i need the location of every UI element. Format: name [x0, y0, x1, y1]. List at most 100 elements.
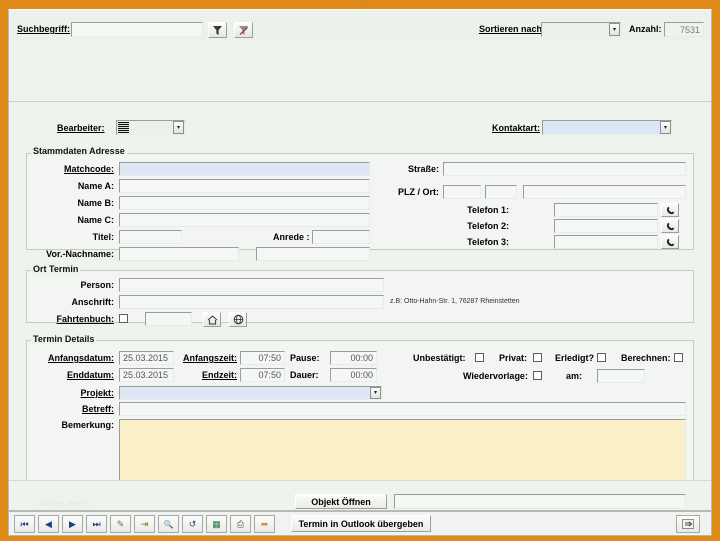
delete-record-icon: ⇥	[140, 518, 149, 529]
endzeit-input[interactable]: 07:50	[240, 368, 285, 382]
name-c-input[interactable]	[119, 213, 370, 227]
name-a-input[interactable]	[119, 179, 370, 193]
projekt-select[interactable]: ▾	[119, 386, 382, 400]
anrede-input[interactable]	[312, 230, 370, 244]
anrede-label: Anrede :	[273, 232, 310, 242]
bemerkung-label: Bemerkung:	[61, 420, 114, 430]
titel-label: Titel:	[92, 232, 114, 242]
nav-new-record-button[interactable]: ✎	[110, 515, 131, 533]
erledigt-checkbox[interactable]	[597, 353, 606, 362]
telefon3-dial-button[interactable]	[661, 235, 679, 249]
record-navigation-bar: ⏮ ◀ ▶ ⏭ ✎ ⇥ 🔍 ↺ ▦ ⎙ ➦ Termin in Outlook …	[8, 511, 712, 536]
nav-export-button[interactable]: ➦	[254, 515, 275, 533]
sort-label: Sortieren nach:	[479, 24, 546, 34]
telefon1-input[interactable]	[554, 203, 658, 217]
plz2-input[interactable]	[485, 185, 517, 199]
first-record-icon: ⏮	[20, 518, 29, 529]
fahrtenbuch-checkbox[interactable]	[119, 314, 128, 323]
close-window-button[interactable]	[676, 515, 700, 533]
anfangszeit-input[interactable]: 07:50	[240, 351, 285, 365]
anfangsdatum-label: Anfangsdatum:	[48, 353, 114, 363]
search-input[interactable]	[71, 22, 203, 37]
nav-print-button[interactable]: ⎙	[230, 515, 251, 533]
outlook-transfer-button[interactable]: Termin in Outlook übergeben	[291, 515, 431, 532]
telefon2-label: Telefon 2:	[467, 221, 509, 231]
objekt-oeffnen-button[interactable]: Objekt Öffnen	[295, 494, 387, 509]
client-area: Suchbegriff: Sortieren nach: ▾ Anzahl: 7…	[8, 9, 712, 511]
window-title: Terminplaner	[345, 1, 375, 7]
ort-input[interactable]	[523, 185, 686, 199]
binoculars-icon: 🔍	[163, 519, 174, 529]
person-label: Person:	[80, 280, 114, 290]
privat-checkbox[interactable]	[533, 353, 542, 362]
telefon2-dial-button[interactable]	[661, 219, 679, 233]
export-icon: ➦	[260, 518, 269, 529]
nav-find-button[interactable]: 🔍	[158, 515, 179, 533]
anschrift-hint: z.B: Otto-Hahn-Str. 1, 76287 Rheinstette…	[390, 298, 520, 305]
unbestaetigt-label: Unbestätigt:	[413, 353, 466, 363]
dauer-input[interactable]: 00:00	[330, 368, 377, 382]
bearbeiter-select[interactable]: ▾	[116, 120, 185, 135]
nav-prev-button[interactable]: ◀	[38, 515, 59, 533]
matchcode-input[interactable]	[119, 162, 370, 176]
name-b-label: Name B:	[77, 198, 114, 208]
clear-filter-button[interactable]	[234, 22, 253, 38]
anfangsdatum-input[interactable]: 25.03.2015	[119, 351, 174, 365]
nachname-input[interactable]	[256, 247, 370, 261]
telefon1-dial-button[interactable]	[661, 203, 679, 217]
funnel-icon	[212, 25, 223, 36]
filter-button[interactable]	[208, 22, 227, 38]
betreff-input[interactable]	[119, 402, 686, 416]
home-address-button[interactable]	[203, 312, 221, 327]
person-input[interactable]	[119, 278, 384, 292]
vorname-input[interactable]	[119, 247, 239, 261]
kontaktart-select[interactable]: ▾	[542, 120, 672, 135]
nav-next-button[interactable]: ▶	[62, 515, 83, 533]
unbestaetigt-checkbox[interactable]	[475, 353, 484, 362]
print-icon: ⎙	[236, 518, 245, 529]
anschrift-input[interactable]	[119, 295, 384, 309]
phone-handset-icon	[666, 206, 675, 215]
telefon1-label: Telefon 1:	[467, 205, 509, 215]
berechnen-checkbox[interactable]	[674, 353, 683, 362]
bemerkung-textarea[interactable]	[119, 419, 686, 484]
nav-first-button[interactable]: ⏮	[14, 515, 35, 533]
projekt-label: Projekt:	[80, 388, 114, 398]
excel-icon: ▦	[212, 518, 221, 529]
fahrtenbuch-input[interactable]	[145, 312, 192, 326]
count-value: 7531	[664, 22, 704, 37]
matchcode-label: Matchcode:	[63, 164, 114, 174]
anschrift-label: Anschrift:	[71, 297, 115, 307]
objekt-oeffnen-path[interactable]	[394, 494, 686, 509]
close-window-icon	[682, 519, 694, 529]
plz-input[interactable]	[443, 185, 481, 199]
undo-icon: ↺	[188, 518, 197, 529]
nav-last-button[interactable]: ⏭	[86, 515, 107, 533]
name-b-input[interactable]	[119, 196, 370, 210]
wiedervorlage-checkbox[interactable]	[533, 371, 542, 380]
chevron-down-icon: ▾	[660, 121, 671, 134]
chevron-down-icon: ▾	[370, 387, 381, 399]
anfangszeit-label: Anfangszeit:	[183, 353, 237, 363]
am-input[interactable]	[597, 369, 645, 383]
plz-ort-label: PLZ / Ort:	[398, 187, 439, 197]
strasse-input[interactable]	[443, 162, 686, 176]
endzeit-label: Endzeit:	[202, 370, 237, 380]
name-c-label: Name C:	[77, 215, 114, 225]
map-lookup-button[interactable]	[229, 312, 247, 327]
search-toolbar: Suchbegriff: Sortieren nach: ▾ Anzahl: 7…	[9, 10, 711, 102]
stammdaten-title: Stammdaten Adresse	[31, 146, 127, 156]
edit-record-icon: ✎	[116, 518, 125, 529]
fahrtenbuch-label: Fahrtenbuch:	[56, 314, 115, 324]
berechnen-label: Berechnen:	[621, 353, 671, 363]
telefon2-input[interactable]	[554, 219, 658, 233]
enddatum-input[interactable]: 25.03.2015	[119, 368, 174, 382]
telefon3-input[interactable]	[554, 235, 658, 249]
nav-delete-record-button[interactable]: ⇥	[134, 515, 155, 533]
strasse-label: Straße:	[407, 164, 439, 174]
nav-export-excel-button[interactable]: ▦	[206, 515, 227, 533]
pause-input[interactable]: 00:00	[330, 351, 377, 365]
titel-input[interactable]	[119, 230, 182, 244]
sort-select[interactable]: ▾	[541, 22, 621, 37]
nav-undo-button[interactable]: ↺	[182, 515, 203, 533]
